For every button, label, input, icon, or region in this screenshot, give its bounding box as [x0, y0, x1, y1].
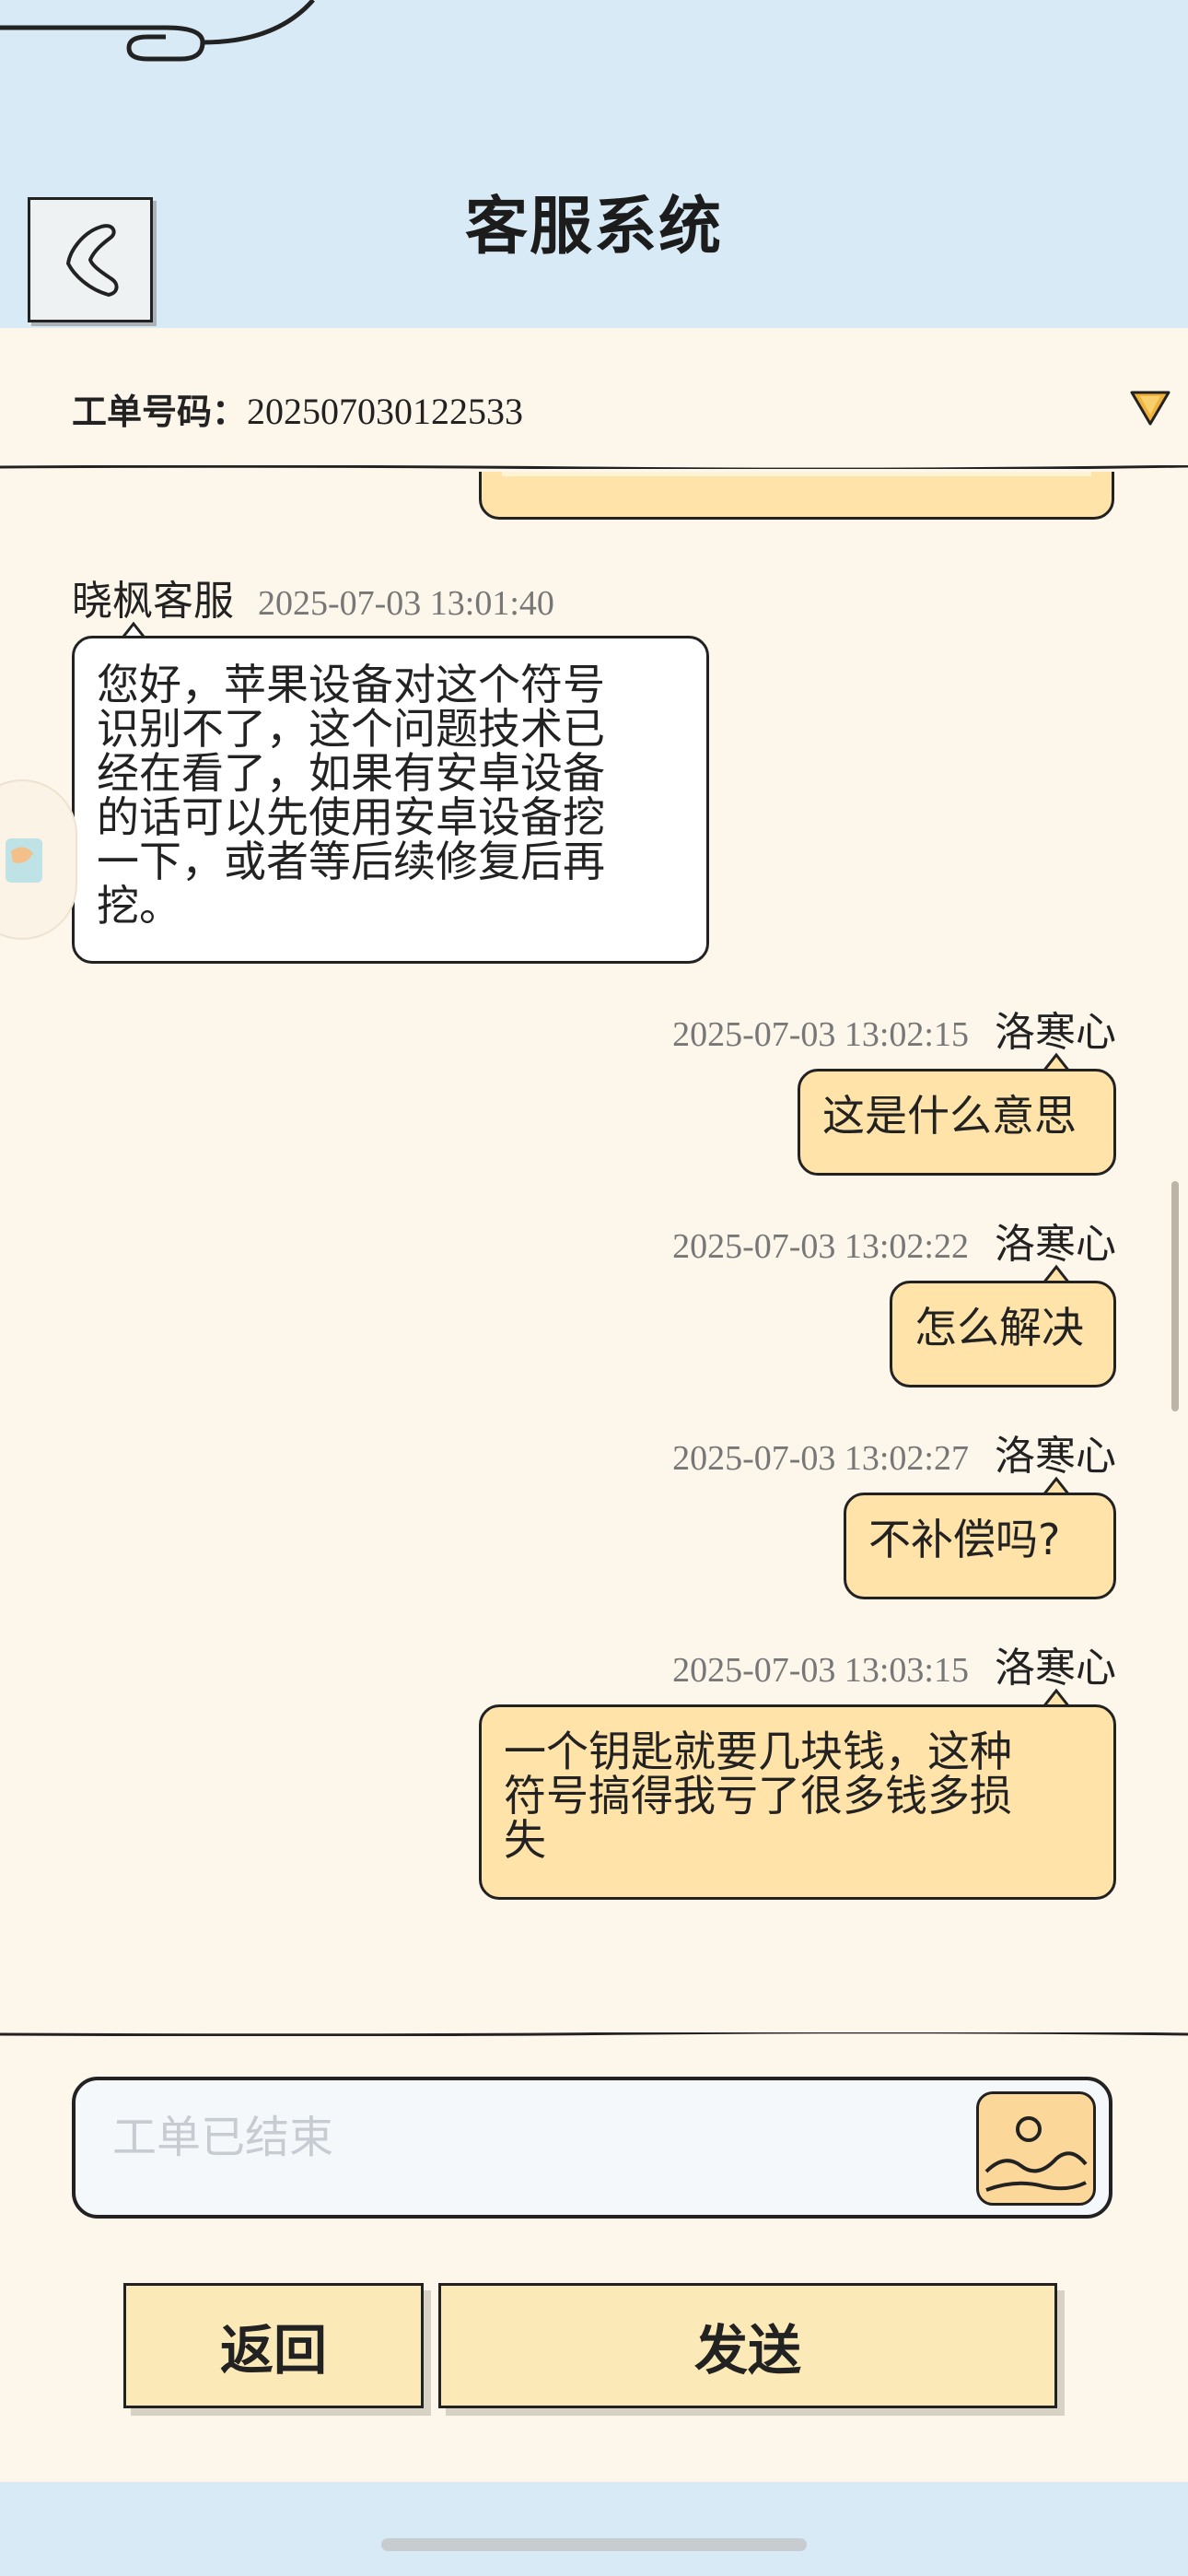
sender-name: 洛寒心 — [995, 1645, 1116, 1692]
image-upload-button[interactable] — [976, 2091, 1096, 2206]
sender-name: 洛寒心 — [995, 1221, 1116, 1268]
header: 客服系统 — [0, 0, 1188, 328]
scrollbar[interactable] — [1171, 1181, 1179, 1411]
app-widget-icon — [6, 838, 42, 883]
divider — [0, 2032, 1188, 2036]
send-button[interactable]: 发送 — [438, 2283, 1057, 2408]
message-line: 您好，苹果设备对这个符号 — [97, 660, 605, 709]
message-meta: 2025-07-03 13:03:15 洛寒心 — [672, 1634, 1116, 1693]
page-title: 客服系统 — [464, 191, 723, 263]
message-line: 挖。 — [97, 881, 181, 931]
sender-name: 洛寒心 — [995, 1009, 1116, 1056]
message-meta: 晓枫客服 2025-07-03 13:01:40 — [72, 568, 554, 626]
footer-bar — [0, 2482, 1188, 2576]
triangle-down-icon[interactable] — [1129, 387, 1171, 429]
divider — [0, 465, 1188, 469]
message-line: 符号搞得我亏了很多钱多损 — [504, 1771, 1012, 1821]
message-line: 一个钥匙就要几块钱，这种 — [504, 1727, 1012, 1776]
message-time: 2025-07-03 13:02:15 — [672, 1015, 969, 1054]
floating-widget[interactable] — [0, 779, 77, 940]
sender-name: 晓枫客服 — [72, 578, 234, 625]
message-line: 一下，或者等后续修复后再 — [97, 837, 605, 886]
image-upload-icon — [984, 2116, 1088, 2192]
message-line: 失 — [504, 1815, 546, 1865]
message-bubble: 怎么解决 — [890, 1281, 1116, 1388]
message-bubble: 这是什么意思 — [798, 1069, 1116, 1176]
message-meta: 2025-07-03 13:02:27 洛寒心 — [672, 1423, 1116, 1481]
input-placeholder: 工单已结束 — [112, 2112, 334, 2163]
message-bubble: 不补偿吗? — [844, 1493, 1116, 1599]
chat-area: 晓枫客服 2025-07-03 13:01:40 您好，苹果设备对这个符号 识别… — [0, 472, 1188, 2029]
message-time: 2025-07-03 13:03:15 — [672, 1651, 969, 1690]
message-line: 不补偿吗? — [868, 1515, 1061, 1564]
message-bubble: 一个钥匙就要几块钱，这种 符号搞得我亏了很多钱多损 失 — [479, 1704, 1116, 1900]
return-button[interactable]: 返回 — [123, 2283, 424, 2408]
message-time: 2025-07-03 13:02:27 — [672, 1439, 969, 1478]
ticket-bar: 工单号码：202507030122533 — [0, 328, 1188, 466]
ticket-number: 工单号码：202507030122533 — [72, 383, 523, 434]
message-bubble: 您好，苹果设备对这个符号 识别不了，这个问题技术已 经在看了，如果有安卓设备 的… — [72, 636, 709, 964]
home-indicator[interactable] — [381, 2538, 807, 2551]
message-line: 的话可以先使用安卓设备挖 — [97, 792, 605, 842]
message-line: 经在看了，如果有安卓设备 — [97, 748, 605, 798]
message-time: 2025-07-03 13:01:40 — [258, 584, 554, 623]
message-input[interactable]: 工单已结束 — [72, 2077, 1112, 2219]
sender-name: 洛寒心 — [995, 1433, 1116, 1480]
message-meta: 2025-07-03 13:02:22 洛寒心 — [672, 1211, 1116, 1270]
ticket-number-value: 202507030122533 — [247, 391, 524, 432]
cloud-decoration-icon — [0, 0, 315, 62]
message-time: 2025-07-03 13:02:22 — [672, 1227, 969, 1266]
ticket-label: 工单号码： — [72, 392, 248, 432]
message-line: 这是什么意思 — [822, 1091, 1077, 1141]
message-line: 怎么解决 — [914, 1303, 1084, 1352]
previous-message-bubble — [479, 472, 1114, 520]
message-line: 识别不了，这个问题技术已 — [97, 704, 605, 754]
message-meta: 2025-07-03 13:02:15 洛寒心 — [672, 999, 1116, 1058]
